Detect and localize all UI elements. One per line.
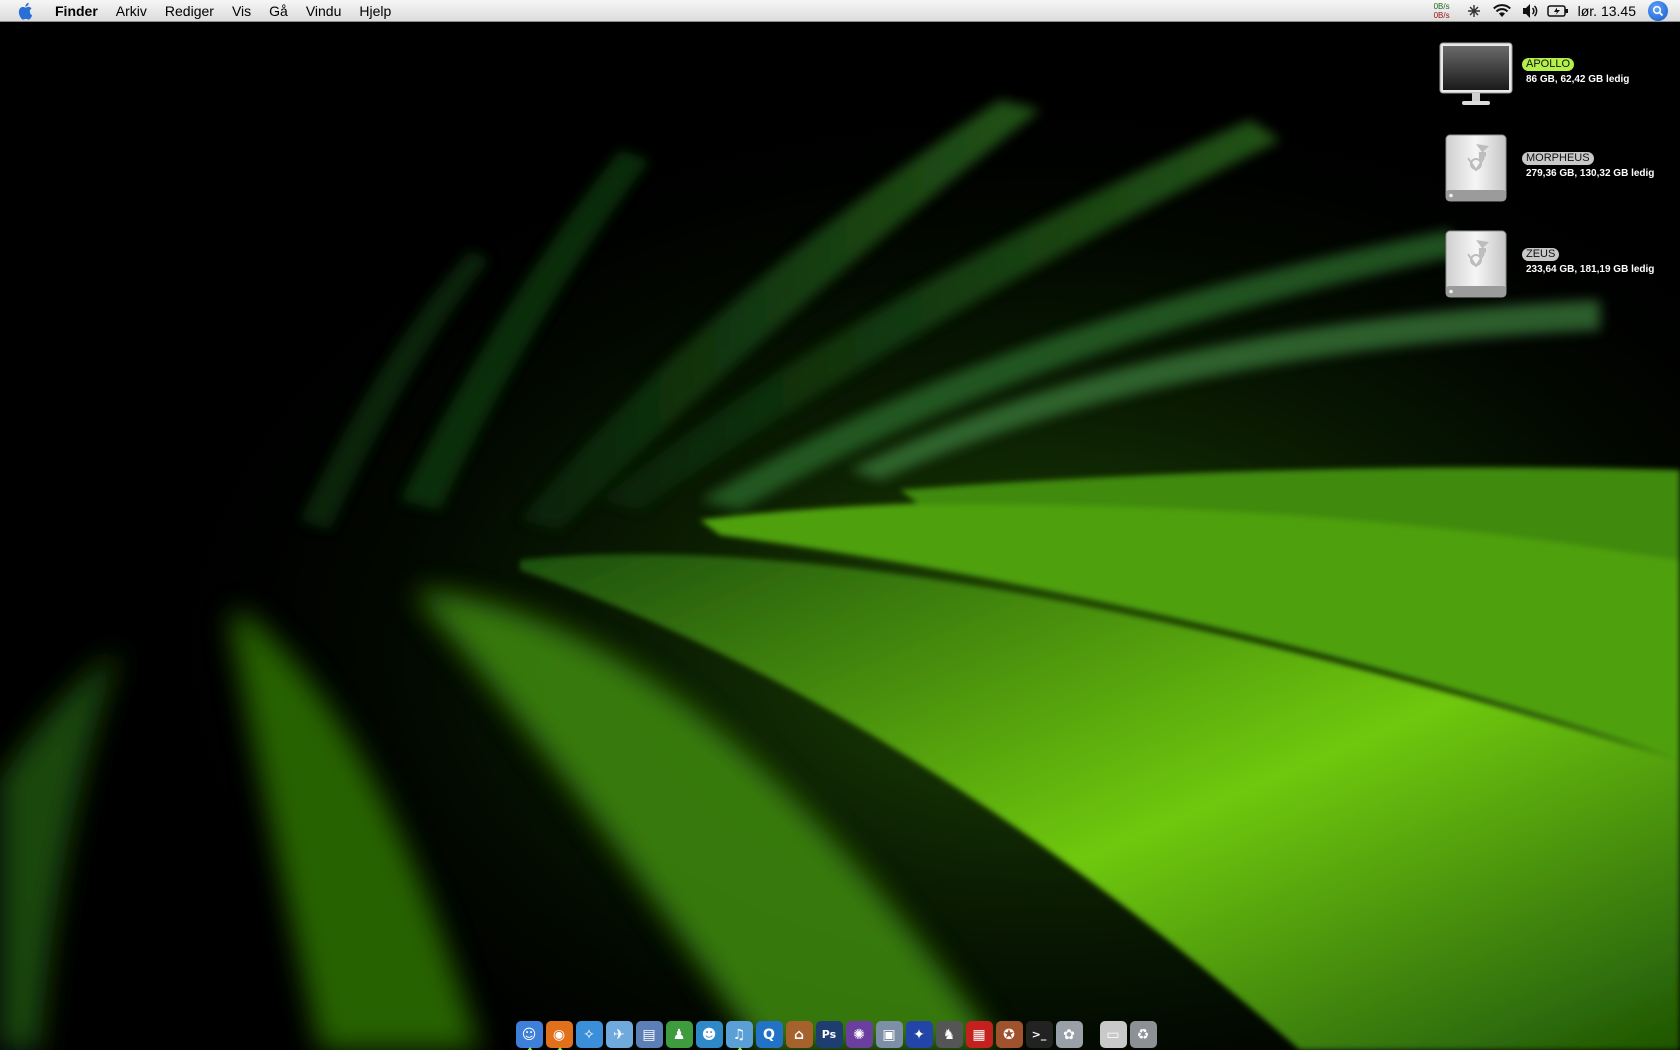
- firefox-icon: ◉: [545, 1021, 573, 1048]
- dock-item[interactable]: ♞: [935, 1018, 963, 1048]
- dock-item[interactable]: Ps: [815, 1018, 843, 1048]
- dock-item[interactable]: ▦: [965, 1018, 993, 1048]
- iphoto-icon: ⌂: [785, 1021, 813, 1048]
- downloads-stack-icon: ▭: [1099, 1021, 1127, 1048]
- computer-icon: [1436, 40, 1516, 120]
- bluetooth-icon: ✦: [905, 1021, 933, 1048]
- transmit-icon: ▣: [875, 1021, 903, 1048]
- menu-hjelp[interactable]: Hjelp: [350, 0, 400, 22]
- quicktime-icon: Q: [755, 1021, 783, 1048]
- drive-info-morpheus: 279,36 GB, 130,32 GB ledig: [1526, 168, 1655, 179]
- dock-item[interactable]: ✺: [845, 1018, 873, 1048]
- safari-icon: ✧: [575, 1021, 603, 1048]
- preview-icon: ▤: [635, 1021, 663, 1048]
- wifi-icon[interactable]: [1491, 0, 1513, 22]
- dock-item[interactable]: ▭: [1099, 1018, 1127, 1048]
- photoshop-icon: Ps: [815, 1021, 843, 1048]
- network-speed-monitor[interactable]: 0B/s 0B/s: [1434, 2, 1450, 20]
- network-activity-icon[interactable]: [1463, 0, 1485, 22]
- terminal-icon: >_: [1025, 1021, 1053, 1048]
- dock-item[interactable]: ◉: [545, 1018, 573, 1050]
- aperture-icon: ✺: [845, 1021, 873, 1048]
- volume-icon[interactable]: [1519, 0, 1541, 22]
- menu-vis[interactable]: Vis: [223, 0, 260, 22]
- apple-menu[interactable]: [6, 0, 46, 22]
- battery-icon[interactable]: [1546, 0, 1569, 22]
- dock-item[interactable]: ☻: [695, 1018, 723, 1048]
- drive-info-apollo: 86 GB, 62,42 GB ledig: [1526, 74, 1630, 85]
- dock-item[interactable]: ☺: [515, 1018, 543, 1050]
- dock-item[interactable]: ✿: [1055, 1018, 1083, 1048]
- drive-label-apollo: APOLLO: [1522, 58, 1575, 71]
- dock-item[interactable]: ♻: [1129, 1018, 1157, 1048]
- dock-item[interactable]: ✦: [905, 1018, 933, 1048]
- status-area: 0B/s 0B/s lør. 13.45: [1434, 0, 1680, 22]
- dvd-player-icon: ✪: [995, 1021, 1023, 1048]
- desktop: Finder Arkiv Rediger Vis Gå Vindu Hjelp …: [0, 0, 1680, 1050]
- adium-icon: ♟: [665, 1021, 693, 1048]
- upload-speed: 0B/s: [1433, 1, 1450, 11]
- menu-finder[interactable]: Finder: [46, 0, 107, 22]
- menu-rediger[interactable]: Rediger: [156, 0, 223, 22]
- cyberduck-icon: ♞: [935, 1021, 963, 1048]
- trash-icon: ♻: [1129, 1021, 1157, 1048]
- drive-label-zeus: ZEUS: [1522, 248, 1560, 261]
- system-preferences-icon: ✿: [1055, 1021, 1083, 1048]
- firewire-drive-icon: [1436, 134, 1516, 214]
- dock-item[interactable]: ✈: [605, 1018, 633, 1048]
- dock-item[interactable]: ✧: [575, 1018, 603, 1048]
- desktop-icon-morpheus[interactable]: MORPHEUS 279,36 GB, 130,32 GB ledig: [1436, 134, 1676, 214]
- desktop-icon-apollo[interactable]: APOLLO 86 GB, 62,42 GB ledig: [1436, 40, 1676, 120]
- desktop-icon-zeus[interactable]: ZEUS 233,64 GB, 181,19 GB ledig: [1436, 230, 1676, 310]
- menu-ga[interactable]: Gå: [260, 0, 297, 22]
- menu-vindu[interactable]: Vindu: [297, 0, 351, 22]
- dock-item[interactable]: Q: [755, 1018, 783, 1048]
- dock-item[interactable]: >_: [1025, 1018, 1053, 1048]
- menu-bar: Finder Arkiv Rediger Vis Gå Vindu Hjelp …: [0, 0, 1680, 22]
- front-row-icon: ▦: [965, 1021, 993, 1048]
- dock-item[interactable]: ♫: [725, 1018, 753, 1050]
- messenger-icon: ☻: [695, 1021, 723, 1048]
- drive-info-zeus: 233,64 GB, 181,19 GB ledig: [1526, 264, 1655, 275]
- dock-item[interactable]: ⌂: [785, 1018, 813, 1048]
- download-speed: 0B/s: [1433, 10, 1450, 20]
- dock-item[interactable]: ▤: [635, 1018, 663, 1048]
- mail-icon: ✈: [605, 1021, 633, 1048]
- wallpaper-palm-leaves: [0, 0, 1680, 1050]
- dock-item[interactable]: ♟: [665, 1018, 693, 1048]
- apple-logo-icon: [18, 2, 33, 20]
- itunes-icon: ♫: [725, 1021, 753, 1048]
- dock: ☺ ◉ ✧ ✈ ▤ ♟ ☻ ♫ Q ⌂ Ps ✺ ▣ ✦ ♞ ▦ ✪ >_ ✿ ▭ ♻: [515, 1013, 1161, 1050]
- firewire-drive-icon: [1436, 230, 1516, 310]
- drive-label-morpheus: MORPHEUS: [1522, 152, 1594, 165]
- menu-arkiv[interactable]: Arkiv: [107, 0, 156, 22]
- menu-clock[interactable]: lør. 13.45: [1572, 3, 1648, 19]
- finder-icon: ☺: [515, 1021, 543, 1048]
- dock-item[interactable]: ✪: [995, 1018, 1023, 1048]
- spotlight-icon[interactable]: [1648, 0, 1668, 21]
- dock-item[interactable]: ▣: [875, 1018, 903, 1048]
